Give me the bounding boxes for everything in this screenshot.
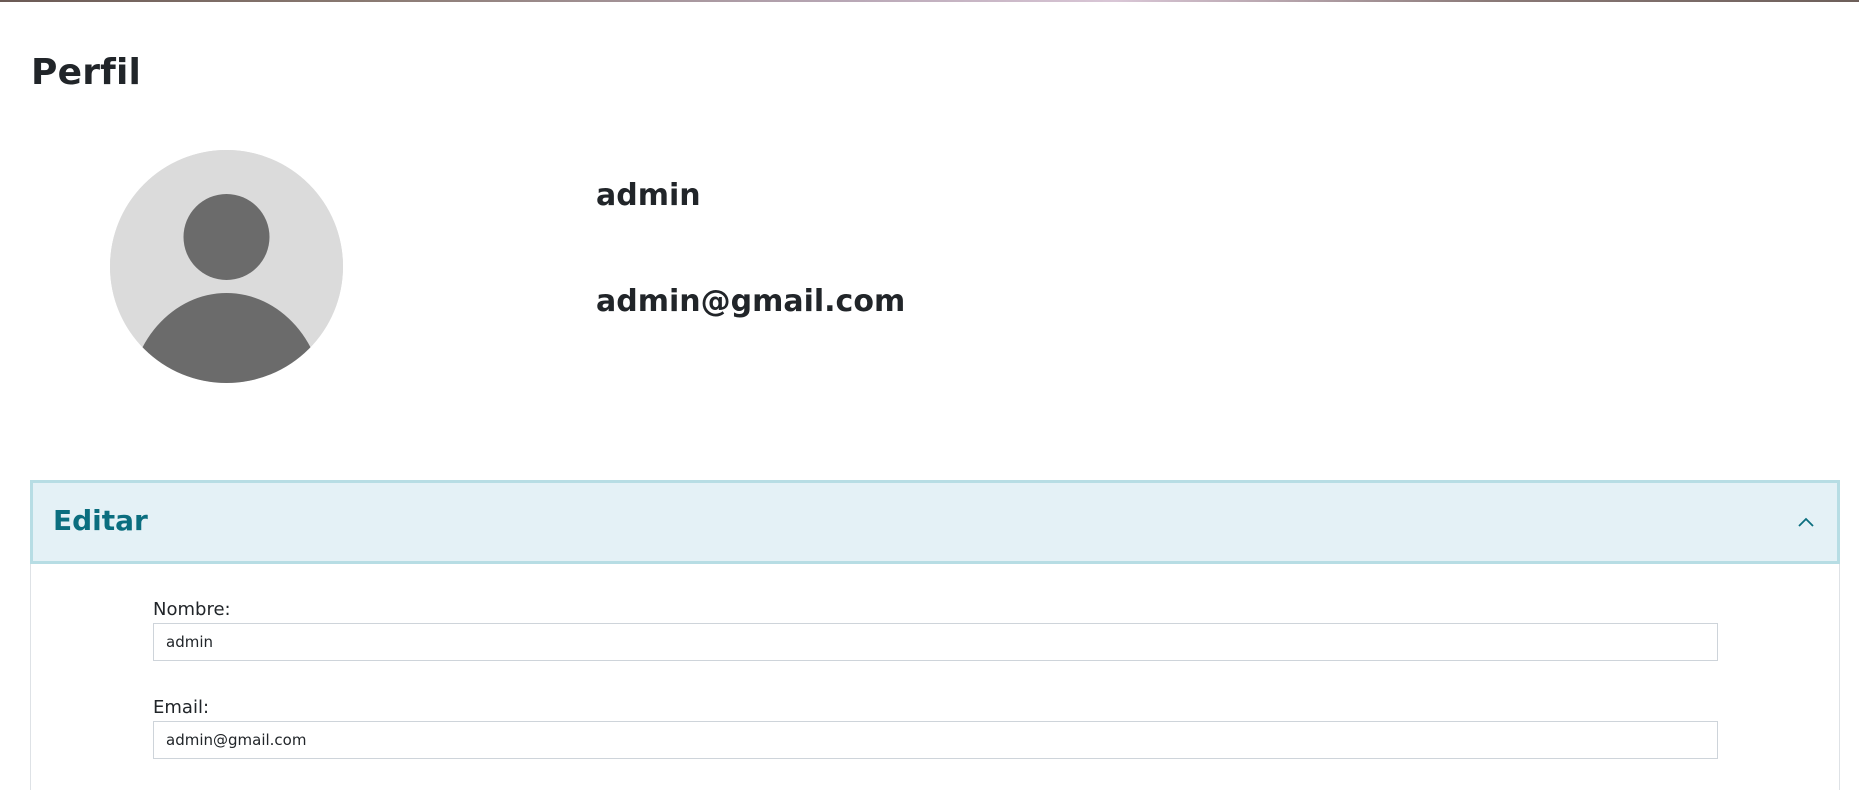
email-input[interactable] bbox=[153, 721, 1718, 759]
nombre-input[interactable] bbox=[153, 623, 1718, 661]
email-label: Email: bbox=[153, 697, 210, 718]
profile-name: admin bbox=[596, 178, 701, 213]
edit-accordion-header[interactable]: Editar bbox=[30, 480, 1840, 564]
edit-accordion: Editar Nombre: Email: bbox=[30, 480, 1840, 790]
nombre-label: Nombre: bbox=[153, 599, 231, 620]
avatar bbox=[110, 150, 343, 383]
user-placeholder-icon bbox=[110, 150, 343, 383]
edit-section-title: Editar bbox=[53, 504, 148, 537]
page-title: Perfil bbox=[31, 52, 142, 93]
chevron-up-icon[interactable] bbox=[1797, 513, 1815, 531]
top-decorative-strip bbox=[0, 0, 1859, 2]
profile-email: admin@gmail.com bbox=[596, 284, 906, 319]
